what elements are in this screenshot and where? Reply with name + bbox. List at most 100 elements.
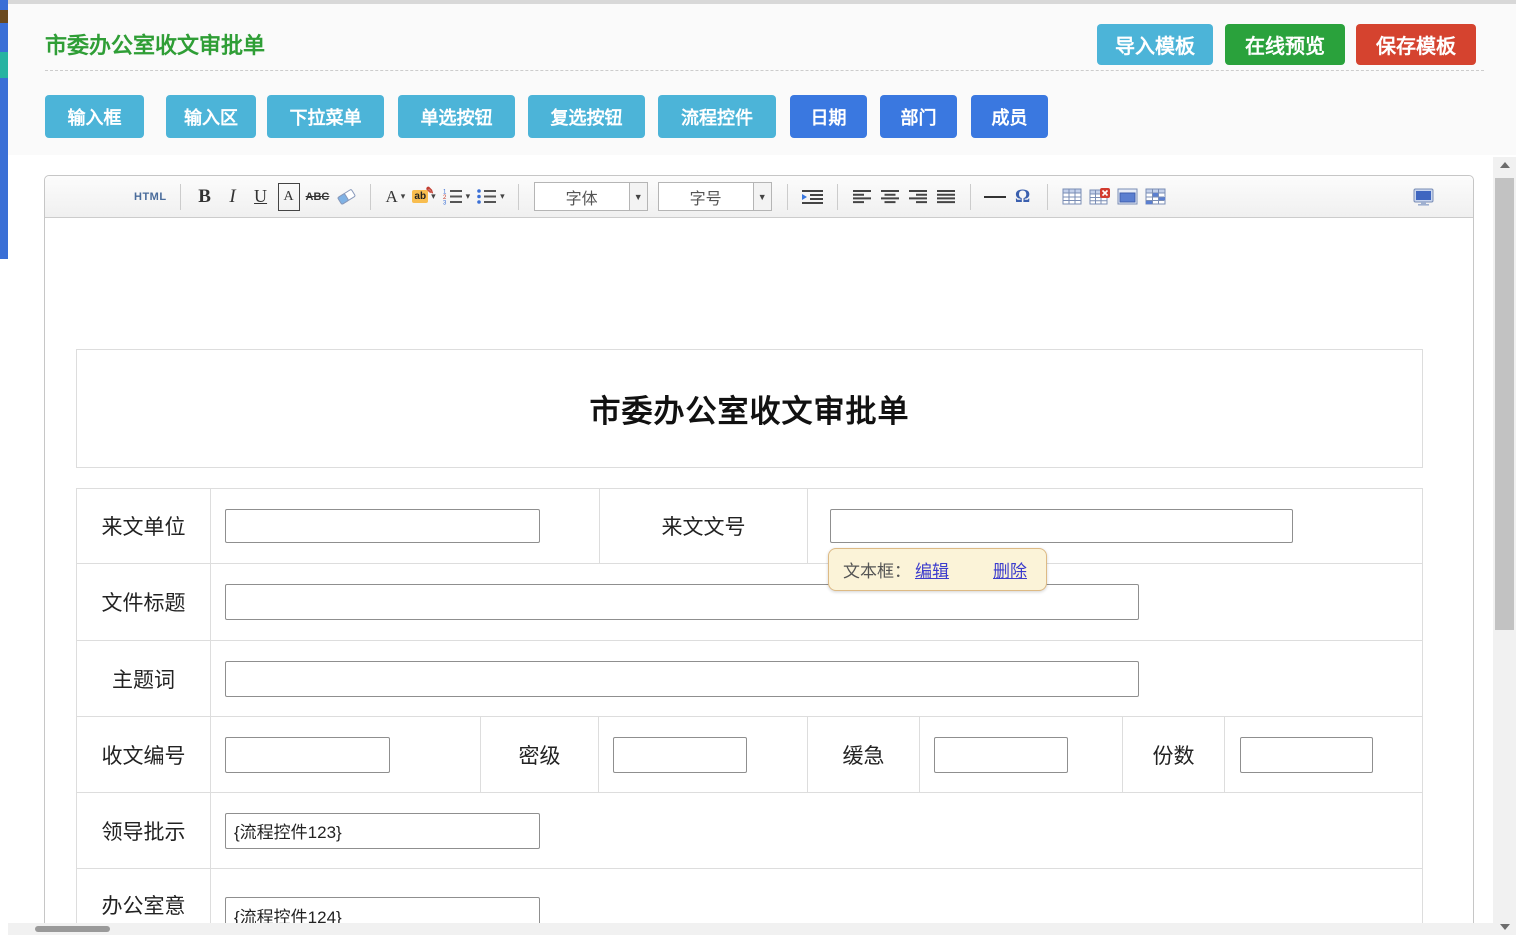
scroll-up-button[interactable] <box>1493 157 1516 173</box>
widget-button-date[interactable]: 日期 <box>790 95 867 138</box>
delete-link[interactable]: 删除 <box>993 557 1027 582</box>
ordered-list-button[interactable]: 1 2 3 ▾ <box>442 183 471 211</box>
underline-button[interactable]: U <box>250 183 272 211</box>
cell <box>210 869 1422 923</box>
editor-document[interactable]: 市委办公室收文审批单 来文单位 来文文号 <box>45 218 1473 923</box>
widget-button-input-box[interactable]: 输入框 <box>45 95 144 138</box>
table-properties-button[interactable] <box>1117 183 1139 211</box>
page-title: 市委办公室收文审批单 <box>45 28 265 60</box>
cell <box>210 641 1422 716</box>
table-properties-icon <box>1117 188 1138 205</box>
edit-link[interactable]: 编辑 <box>915 557 949 582</box>
cell <box>210 489 599 563</box>
copies-input[interactable] <box>1240 737 1373 773</box>
align-right-button[interactable] <box>907 183 929 211</box>
form-table: 来文单位 来文文号 文件标题 <box>76 488 1423 923</box>
eraser-button[interactable] <box>335 183 357 211</box>
widget-button-dropdown[interactable]: 下拉菜单 <box>267 95 384 138</box>
toolbar-separator <box>180 184 181 210</box>
delete-table-icon <box>1089 188 1110 205</box>
font-size-select[interactable]: 字号 ▼ <box>658 182 772 211</box>
chevron-down-icon: ▾ <box>401 191 406 202</box>
chevron-down-icon: ▼ <box>629 183 647 210</box>
cell-properties-icon <box>1145 188 1166 205</box>
label-incoming-doc-number: 来文文号 <box>599 489 807 563</box>
toolbar-separator <box>787 184 788 210</box>
widget-button-radio[interactable]: 单选按钮 <box>398 95 515 138</box>
arrow-up-icon <box>1500 162 1510 168</box>
align-center-button[interactable] <box>879 183 901 211</box>
indent-button[interactable] <box>801 183 824 211</box>
bold-button[interactable]: B <box>194 183 216 211</box>
widget-button-member[interactable]: 成员 <box>971 95 1048 138</box>
vertical-scrollbar-thumb[interactable] <box>1495 178 1514 630</box>
widget-button-flow-control[interactable]: 流程控件 <box>658 95 776 138</box>
label-security-level: 密级 <box>480 717 598 792</box>
cell <box>210 564 1422 640</box>
widget-button-textarea[interactable]: 输入区 <box>166 95 256 138</box>
font-color-button[interactable]: A ▾ <box>384 183 406 211</box>
eraser-icon <box>335 188 357 205</box>
editor-toolbar: HTML B I U A ABC A <box>45 176 1473 218</box>
align-justify-button[interactable] <box>935 183 957 211</box>
style-box-button[interactable]: A <box>278 183 300 211</box>
import-template-button[interactable]: 导入模板 <box>1097 24 1213 65</box>
tooltip-label: 文本框： <box>843 557 911 582</box>
document-title-box: 市委办公室收文审批单 <box>76 349 1423 468</box>
ordered-list-icon: 1 2 3 <box>442 188 463 205</box>
widget-action-tooltip: 文本框： 编辑 删除 <box>828 548 1047 591</box>
html-source-button[interactable]: HTML <box>134 183 167 211</box>
save-template-button[interactable]: 保存模板 <box>1356 24 1476 65</box>
label-subject-words: 主题词 <box>77 641 210 716</box>
unordered-list-button[interactable]: ▾ <box>476 183 505 211</box>
font-size-value: 字号 <box>659 183 753 210</box>
delete-table-button[interactable] <box>1089 183 1111 211</box>
label-receipt-number: 收文编号 <box>77 717 210 792</box>
strikethrough-button[interactable]: ABC <box>306 183 330 211</box>
align-justify-icon <box>936 189 956 204</box>
fullscreen-icon <box>1412 188 1435 206</box>
incoming-unit-input[interactable] <box>225 509 540 543</box>
indent-icon <box>801 189 824 205</box>
dashed-divider <box>45 70 1484 71</box>
receipt-number-input[interactable] <box>225 737 390 773</box>
align-left-button[interactable] <box>851 183 873 211</box>
urgency-input[interactable] <box>934 737 1068 773</box>
toolbar-separator <box>518 184 519 210</box>
insert-table-icon <box>1062 188 1082 205</box>
toolbar-separator <box>1047 184 1048 210</box>
special-char-button[interactable]: Ω <box>1012 183 1034 211</box>
content-area: HTML B I U A ABC A <box>8 155 1493 923</box>
label-copies: 份数 <box>1122 717 1224 792</box>
horizontal-scrollbar[interactable] <box>8 923 1493 935</box>
security-level-input[interactable] <box>613 737 747 773</box>
table-row: 文件标题 <box>77 563 1422 640</box>
highlight-color-button[interactable]: ab✎ ▾ <box>412 183 435 211</box>
subject-words-input[interactable] <box>225 661 1139 697</box>
label-office-opinion: 办公室意 <box>77 869 210 923</box>
italic-button[interactable]: I <box>222 183 244 211</box>
horizontal-scrollbar-thumb[interactable] <box>35 926 110 932</box>
scroll-down-button[interactable] <box>1493 919 1516 935</box>
toolbar-separator <box>970 184 971 210</box>
svg-text:3: 3 <box>443 201 447 206</box>
vertical-scrollbar[interactable] <box>1493 157 1516 935</box>
online-preview-button[interactable]: 在线预览 <box>1225 24 1345 65</box>
leader-instructions-input[interactable] <box>225 813 540 849</box>
align-center-icon <box>880 189 900 204</box>
widget-button-checkbox[interactable]: 复选按钮 <box>528 95 645 138</box>
fullscreen-button[interactable] <box>1412 183 1435 211</box>
widget-button-department[interactable]: 部门 <box>880 95 957 138</box>
office-opinion-input[interactable] <box>225 897 540 923</box>
font-family-select[interactable]: 字体 ▼ <box>534 182 648 211</box>
cell <box>919 717 1122 792</box>
partial-app-icon <box>0 52 8 78</box>
cell <box>1224 717 1422 792</box>
insert-table-button[interactable] <box>1061 183 1083 211</box>
cell <box>210 793 1422 868</box>
incoming-doc-number-input[interactable] <box>830 509 1293 543</box>
background-app-edge <box>0 0 8 259</box>
horizontal-rule-button[interactable] <box>984 183 1006 211</box>
cell-properties-button[interactable] <box>1145 183 1167 211</box>
unordered-list-icon <box>476 188 497 205</box>
